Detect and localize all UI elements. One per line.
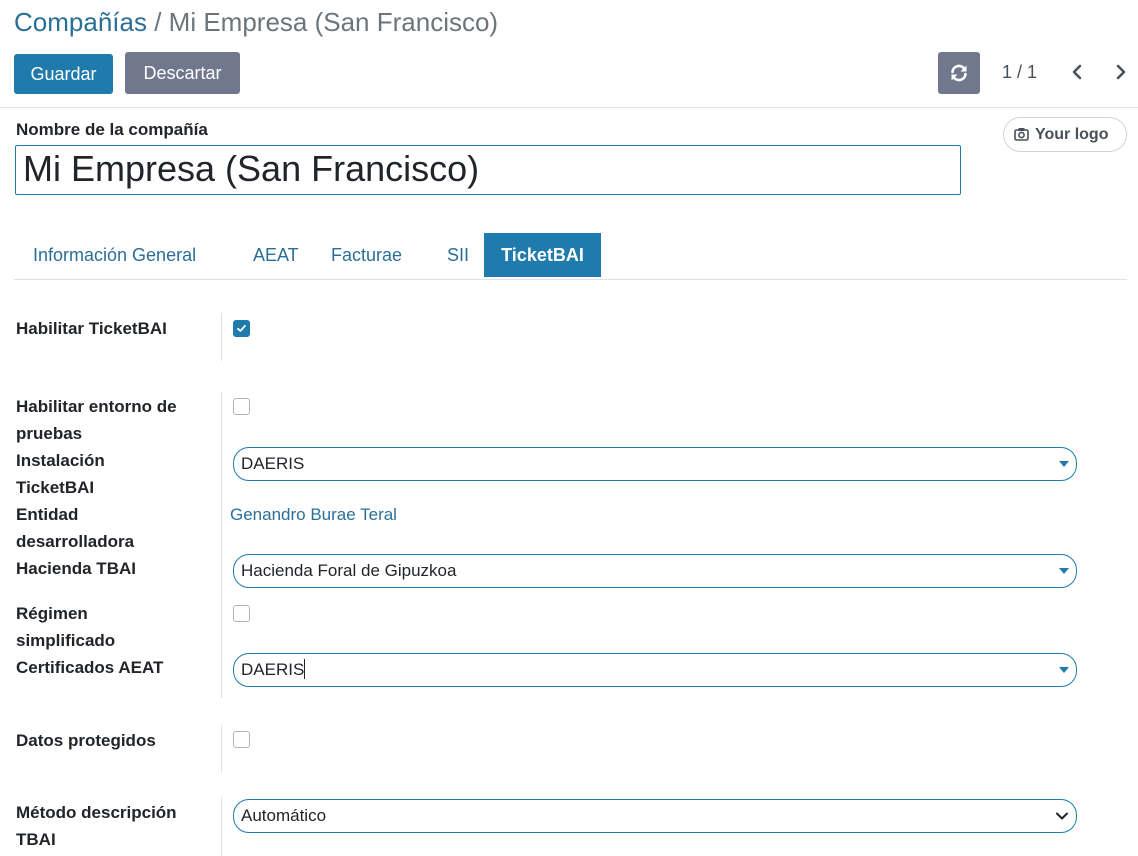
- next-record-button[interactable]: [1113, 62, 1129, 82]
- discard-button[interactable]: Descartar: [125, 52, 240, 94]
- company-name-input[interactable]: Mi Empresa (San Francisco): [15, 145, 961, 195]
- camera-icon: [1014, 128, 1029, 141]
- logo-upload-label: Your logo: [1035, 126, 1109, 143]
- simplified-label: Régimen simplificado: [16, 604, 116, 650]
- tabs-divider: [14, 279, 1127, 280]
- refresh-icon: [951, 64, 967, 82]
- enable-tbai-checkbox[interactable]: [233, 320, 250, 337]
- installation-value: DAERIS: [241, 454, 305, 473]
- certificates-select[interactable]: DAERIS: [233, 653, 1077, 687]
- caret-down-icon: [1059, 667, 1069, 673]
- breadcrumb-current: Mi Empresa (San Francisco): [168, 7, 499, 37]
- certificates-value: DAERIS: [241, 660, 305, 679]
- installation-label: Instalación TicketBAI: [16, 451, 105, 497]
- caret-down-icon: [1059, 568, 1069, 574]
- description-method-value: Automático: [241, 806, 327, 825]
- tab-ticketbai[interactable]: TicketBAI: [484, 233, 601, 277]
- save-button[interactable]: Guardar: [14, 54, 113, 94]
- test-env-label: Habilitar entorno de pruebas: [16, 397, 177, 443]
- description-method-select[interactable]: Automático: [233, 799, 1077, 833]
- group-divider: [221, 797, 222, 856]
- enable-tbai-label: Habilitar TicketBAI: [16, 319, 167, 338]
- header-divider: [0, 107, 1138, 108]
- group-divider: [221, 725, 222, 772]
- tab-facturae[interactable]: Facturae: [331, 233, 402, 277]
- text-cursor: [304, 659, 306, 679]
- group-divider: [221, 392, 222, 698]
- company-name-label: Nombre de la compañía: [16, 120, 208, 139]
- chevron-right-icon: [1116, 64, 1126, 80]
- tab-sii[interactable]: SII: [447, 233, 469, 277]
- breadcrumb-separator: /: [154, 7, 162, 37]
- check-icon: [237, 324, 246, 332]
- logo-upload-button[interactable]: Your logo: [1003, 117, 1127, 152]
- tax-agency-label: Hacienda TBAI: [16, 559, 136, 578]
- group-divider: [221, 313, 222, 361]
- developer-label: Entidad desarrolladora: [16, 505, 135, 551]
- certificates-label: Certificados AEAT: [16, 658, 164, 677]
- protected-data-label: Datos protegidos: [16, 731, 156, 750]
- tab-aeat[interactable]: AEAT: [253, 233, 299, 277]
- chevron-down-icon: [1056, 812, 1068, 820]
- chevron-left-icon: [1072, 64, 1082, 80]
- tax-agency-select[interactable]: Hacienda Foral de Gipuzkoa: [233, 554, 1077, 588]
- test-env-checkbox[interactable]: [233, 398, 250, 415]
- previous-record-button[interactable]: [1069, 62, 1085, 82]
- breadcrumb-parent-link[interactable]: Compañías: [14, 7, 147, 37]
- developer-link[interactable]: Genandro Burae Teral: [230, 502, 397, 528]
- refresh-button[interactable]: [938, 52, 980, 94]
- caret-down-icon: [1059, 461, 1069, 467]
- installation-select[interactable]: DAERIS: [233, 447, 1077, 481]
- breadcrumb: Compañías / Mi Empresa (San Francisco): [14, 6, 498, 38]
- tab-informacion-general[interactable]: Información General: [33, 233, 196, 277]
- description-method-label: Método descripción TBAI: [16, 803, 177, 849]
- simplified-checkbox[interactable]: [233, 605, 250, 622]
- protected-data-checkbox[interactable]: [233, 731, 250, 748]
- tax-agency-value: Hacienda Foral de Gipuzkoa: [241, 561, 457, 580]
- pager-counter[interactable]: 1 / 1: [1002, 60, 1037, 84]
